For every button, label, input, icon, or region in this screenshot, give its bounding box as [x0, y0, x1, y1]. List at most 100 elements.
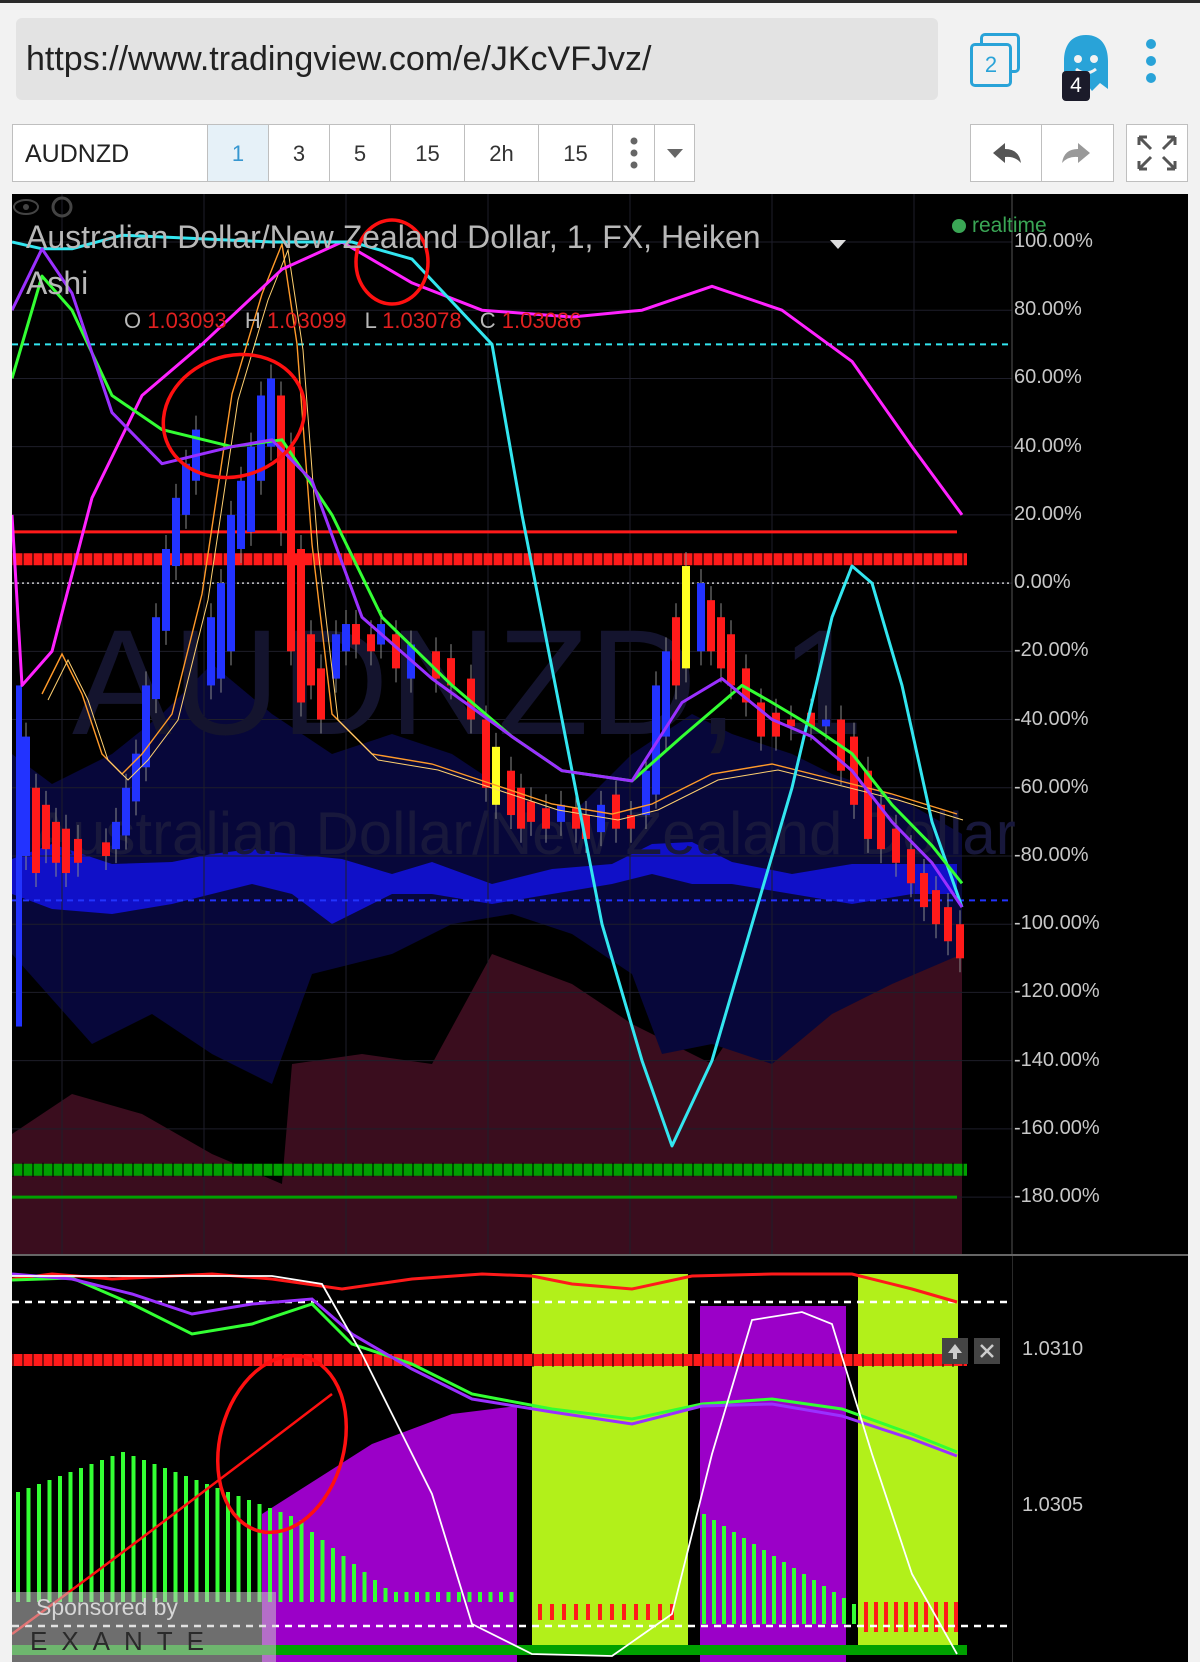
- y-tick-label: -160.00%: [1014, 1116, 1100, 1139]
- pane-maximize-button[interactable]: [942, 1338, 968, 1364]
- histogram-bar-neg: [562, 1604, 566, 1620]
- histogram-bar: [131, 1456, 136, 1602]
- histogram-bar: [722, 1526, 726, 1624]
- candle-body: [482, 719, 490, 788]
- redo-button[interactable]: [1042, 124, 1114, 182]
- histogram-bar: [163, 1468, 167, 1602]
- arrow-up-icon: [948, 1344, 962, 1359]
- close-label: C: [479, 308, 496, 333]
- fullscreen-button[interactable]: [1126, 124, 1188, 182]
- histogram-bar: [310, 1532, 314, 1602]
- candle-body: [352, 624, 360, 645]
- sponsor-banner[interactable]: Sponsored by EXANTE: [12, 1592, 276, 1662]
- close-icon: [980, 1344, 994, 1358]
- eye-settings-icon[interactable]: [12, 194, 82, 220]
- histogram-bar: [110, 1456, 115, 1602]
- histogram-bar: [446, 1592, 451, 1602]
- histogram-bar: [299, 1520, 304, 1602]
- candle-body: [172, 497, 180, 567]
- histogram-bar: [184, 1476, 188, 1602]
- histogram-bar: [509, 1592, 514, 1602]
- interval-button-2h[interactable]: 2h: [465, 124, 539, 182]
- histogram-bar: [499, 1592, 503, 1602]
- more-intervals-button[interactable]: [613, 124, 655, 182]
- histogram-bar: [832, 1592, 836, 1624]
- histogram-bar: [257, 1504, 262, 1602]
- candle-body: [162, 548, 170, 631]
- high-label: H: [244, 308, 261, 333]
- interval-dropdown-button[interactable]: [655, 124, 695, 182]
- candle-body: [207, 617, 215, 686]
- low-label: L: [364, 308, 376, 333]
- ohlc-values: O 1.03093 H 1.03099 L 1.03078 C 1.03086: [124, 308, 593, 334]
- y-tick-label: 20.00%: [1014, 502, 1082, 525]
- interval-button-5[interactable]: 5: [330, 124, 391, 182]
- histogram-bar-neg: [914, 1602, 918, 1632]
- histogram-bar: [812, 1580, 816, 1624]
- interval-button-1[interactable]: 1: [208, 124, 269, 182]
- low-value: 1.03078: [382, 308, 462, 333]
- candle-body: [717, 617, 725, 669]
- histogram-bar: [278, 1512, 283, 1602]
- candle-body: [142, 685, 150, 768]
- histogram-bar: [436, 1592, 440, 1602]
- interval-button-3[interactable]: 3: [269, 124, 330, 182]
- y-tick-label: 80.00%: [1014, 298, 1082, 321]
- candle-body: [22, 736, 30, 856]
- histogram-bar-neg: [944, 1602, 948, 1632]
- candle-body: [217, 583, 225, 679]
- candle-body: [227, 514, 235, 652]
- y-tick-label: -20.00%: [1014, 639, 1089, 662]
- candle-body: [932, 890, 940, 925]
- candle-body: [297, 548, 305, 703]
- candle-body: [52, 821, 60, 863]
- undo-arrow-icon: [993, 143, 1021, 163]
- histogram-bar-neg: [864, 1602, 868, 1632]
- candle-body: [247, 446, 255, 532]
- candle-body: [772, 712, 780, 737]
- histogram-bar: [762, 1550, 766, 1624]
- y-tick-label: -140.00%: [1014, 1048, 1100, 1071]
- candle-body: [16, 685, 22, 1027]
- histogram-bar: [488, 1592, 493, 1602]
- histogram-bar: [68, 1472, 73, 1602]
- chart-canvas[interactable]: AUDNZD, 1 Australian Dollar/New Zealand D…: [12, 194, 1188, 1662]
- histogram-bar-neg: [574, 1604, 578, 1620]
- lime-block: [858, 1274, 958, 1654]
- y-tick-label: 60.00%: [1014, 366, 1082, 389]
- y-tick-label: 40.00%: [1014, 434, 1082, 457]
- candle-body: [707, 600, 715, 652]
- pane-close-button[interactable]: [974, 1338, 1000, 1364]
- histogram-bar-neg: [658, 1604, 662, 1620]
- candle-body: [492, 746, 500, 805]
- ghostery-badge: 4: [1062, 71, 1090, 101]
- histogram-bar-neg: [884, 1602, 888, 1632]
- histogram-bar: [772, 1556, 776, 1624]
- url-input[interactable]: https://www.tradingview.com/e/JKcVFJvz/: [16, 18, 938, 100]
- histogram-bar-neg: [874, 1602, 878, 1632]
- undo-button[interactable]: [970, 124, 1042, 182]
- candle-body: [956, 924, 964, 959]
- histogram-bar: [236, 1496, 241, 1602]
- candle-body: [944, 907, 952, 942]
- y-tick-label: -60.00%: [1014, 775, 1089, 798]
- lime-block: [532, 1274, 688, 1654]
- interval-button-15[interactable]: 15: [391, 124, 465, 182]
- histogram-bar-neg: [646, 1604, 650, 1620]
- histogram-bar: [47, 1480, 52, 1602]
- candle-body: [892, 828, 900, 863]
- histogram-bar: [752, 1544, 756, 1624]
- candle-body: [697, 583, 705, 652]
- symbol-input[interactable]: AUDNZD: [12, 124, 208, 182]
- histogram-bar-neg: [634, 1604, 638, 1620]
- candle-body: [62, 828, 70, 874]
- histogram-bar: [852, 1604, 856, 1624]
- candle-body: [542, 808, 550, 829]
- y-tick-label: -100.00%: [1014, 912, 1100, 935]
- candle-body: [287, 446, 295, 652]
- overflow-menu-button[interactable]: [1140, 39, 1162, 87]
- candle-body: [342, 624, 350, 652]
- interval-button-15b[interactable]: 15: [539, 124, 613, 182]
- tabs-switcher-button[interactable]: 2: [968, 33, 1024, 89]
- y-tick-label-lower: 1.0310: [1022, 1337, 1084, 1360]
